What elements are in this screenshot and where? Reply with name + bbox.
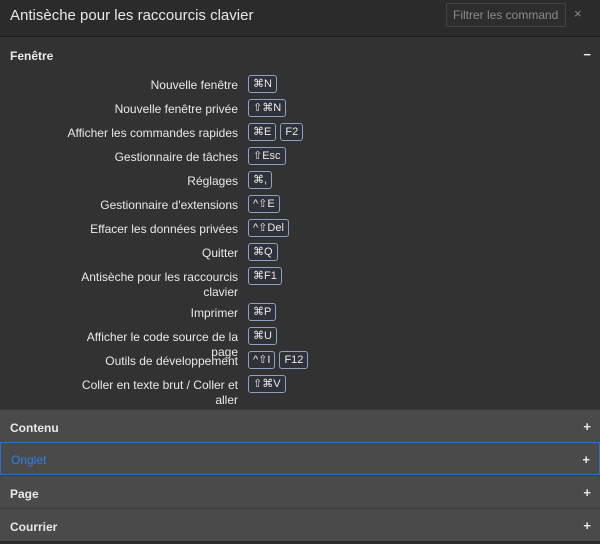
key-combo: ⌘E — [248, 123, 277, 141]
collapse-icon[interactable]: − — [583, 47, 591, 62]
section-onglet[interactable]: Onglet + — [0, 442, 600, 475]
shortcut-keys: ^⇧E — [248, 194, 284, 213]
shortcut-keys: ^⇧Del — [248, 218, 293, 237]
shortcut-label: Nouvelle fenêtre — [150, 78, 238, 92]
shortcut-keys: ⌘E F2 — [248, 122, 307, 141]
key-combo: ^⇧E — [248, 195, 280, 213]
key-combo: F12 — [279, 351, 309, 369]
section-title-fenetre[interactable]: Fenêtre — [10, 49, 53, 63]
shortcut-keys: ⌘, — [248, 170, 276, 189]
expand-icon[interactable]: + — [583, 485, 591, 500]
expand-icon[interactable]: + — [583, 518, 591, 533]
shortcut-label: Quitter — [201, 246, 238, 260]
key-combo: ⇧⌘V — [248, 375, 286, 393]
shortcut-keys: ⇧⌘N — [248, 98, 290, 117]
key-combo: ⌘U — [248, 327, 277, 345]
shortcut-label: Effacer les données privées — [90, 222, 238, 236]
key-combo: ⌘P — [248, 303, 277, 321]
shortcut-keys: ⌘Q — [248, 242, 282, 261]
key-combo: ^⇧Del — [248, 219, 289, 237]
key-combo: ⌘F1 — [248, 267, 282, 285]
shortcut-label: Outils de développement — [105, 354, 238, 368]
key-combo: ⌘N — [248, 75, 277, 93]
key-combo: F2 — [280, 123, 304, 141]
shortcut-label: Coller en texte brut / Coller et aller — [81, 378, 238, 407]
shortcut-label: Imprimer — [190, 306, 238, 320]
key-combo: ⌘, — [248, 171, 273, 189]
panel-header: Antisèche pour les raccourcis clavier × — [0, 0, 600, 37]
shortcut-keys: ⌘U — [248, 326, 281, 345]
shortcut-keys: ⇧Esc — [248, 146, 290, 165]
expand-icon[interactable]: + — [583, 419, 591, 434]
shortcuts-cheatsheet-panel: Antisèche pour les raccourcis clavier × … — [0, 0, 600, 544]
section-contenu[interactable]: Contenu + — [0, 409, 600, 442]
shortcut-keys: ⌘F1 — [248, 266, 286, 285]
shortcut-label: Réglages — [187, 174, 238, 188]
shortcut-label: Gestionnaire d'extensions — [100, 198, 238, 212]
expand-icon[interactable]: + — [582, 452, 590, 467]
shortcut-keys: ⇧⌘V — [248, 374, 290, 393]
shortcut-keys: ^⇧I F12 — [248, 350, 312, 369]
section-title-onglet[interactable]: Onglet — [11, 453, 46, 467]
shortcut-label: Nouvelle fenêtre privée — [114, 102, 238, 116]
key-combo: ⇧Esc — [248, 147, 286, 165]
section-title-courrier[interactable]: Courrier — [10, 520, 57, 534]
section-page[interactable]: Page + — [0, 475, 600, 508]
key-combo: ⇧⌘N — [248, 99, 287, 117]
key-combo: ⌘Q — [248, 243, 278, 261]
key-combo: ^⇧I — [248, 351, 276, 369]
shortcut-label: Afficher les commandes rapides — [67, 126, 238, 140]
filter-commands-input[interactable] — [446, 3, 566, 27]
shortcut-keys: ⌘P — [248, 302, 280, 321]
close-icon[interactable]: × — [574, 6, 582, 21]
panel-title: Antisèche pour les raccourcis clavier — [10, 7, 254, 24]
shortcut-keys: ⌘N — [248, 74, 281, 93]
section-title-page[interactable]: Page — [10, 487, 39, 501]
section-courrier[interactable]: Courrier + — [0, 508, 600, 541]
section-fenetre: Fenêtre − Nouvelle fenêtre ⌘N Nouvelle fen… — [0, 37, 600, 409]
shortcut-label: Gestionnaire de tâches — [114, 150, 238, 164]
shortcut-label: Antisèche pour les raccourcis clavier — [81, 270, 238, 299]
section-title-contenu[interactable]: Contenu — [10, 421, 59, 435]
